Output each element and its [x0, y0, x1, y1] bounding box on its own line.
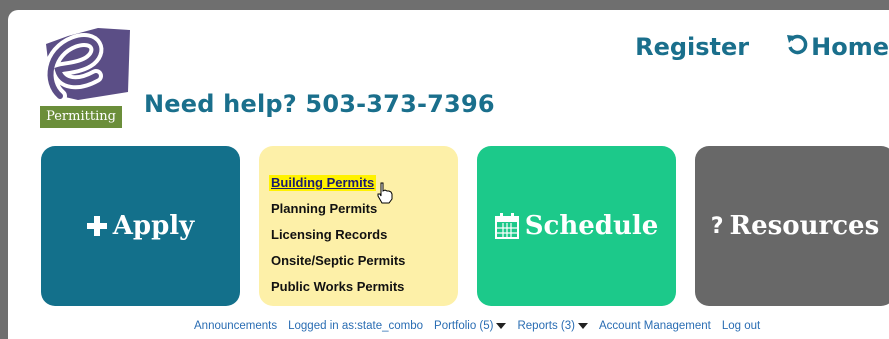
schedule-tile[interactable]: Schedule: [477, 146, 676, 306]
permits-tile: Building Permits Planning Permits Licens…: [259, 146, 458, 306]
schedule-label: Schedule: [524, 211, 659, 241]
announcements-link[interactable]: Announcements: [194, 320, 277, 332]
portfolio-menu[interactable]: Portfolio (5): [434, 320, 507, 332]
refresh-icon: [785, 32, 809, 62]
plus-icon: [86, 216, 107, 236]
planning-permits-link[interactable]: Planning Permits: [271, 201, 458, 217]
logo-mark: [43, 28, 130, 103]
home-label: Home: [811, 33, 889, 61]
account-management-link[interactable]: Account Management: [599, 320, 711, 332]
onsite-septic-permits-link[interactable]: Onsite/Septic Permits: [271, 253, 458, 269]
logout-link[interactable]: Log out: [722, 320, 760, 332]
caret-down-icon: [496, 322, 507, 329]
building-permits-link[interactable]: Building Permits: [269, 175, 377, 191]
caret-down-icon: [578, 322, 588, 329]
help-phone: Need help? 503-373-7396: [144, 90, 495, 118]
page-frame: Permitting Need help? 503-373-7396 Regis…: [8, 10, 889, 339]
calendar-icon: [494, 213, 519, 239]
reports-menu[interactable]: Reports (3): [517, 320, 588, 332]
home-link[interactable]: Home: [785, 32, 889, 62]
portfolio-label: Portfolio (5): [434, 320, 494, 332]
apply-tile[interactable]: Apply: [41, 146, 240, 306]
reports-label: Reports (3): [517, 320, 575, 332]
hand-cursor-icon: [377, 182, 393, 208]
question-icon: ?: [710, 213, 724, 239]
licensing-records-link[interactable]: Licensing Records: [271, 227, 458, 243]
resources-tile[interactable]: ? Resources: [695, 146, 889, 306]
apply-label: Apply: [112, 211, 195, 241]
epermitting-logo[interactable]: Permitting: [38, 22, 134, 128]
logged-in-status: Logged in as:state_combo: [288, 320, 424, 332]
public-works-permits-link[interactable]: Public Works Permits: [271, 279, 458, 295]
register-link[interactable]: Register: [635, 33, 749, 61]
logo-label: Permitting: [40, 106, 122, 128]
bottom-nav: Announcements Logged in as:state_combo P…: [194, 320, 760, 332]
resources-label: Resources: [729, 211, 880, 241]
top-nav: Register Home: [635, 32, 889, 62]
